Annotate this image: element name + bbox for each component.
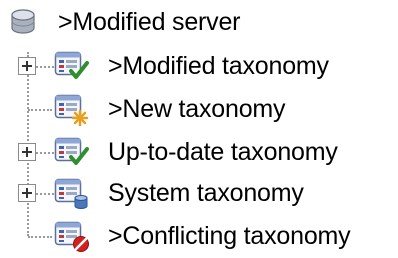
tree-item-label: System taxonomy: [108, 179, 304, 207]
tree-root-server[interactable]: >Modified server: [0, 0, 398, 44]
taxonomy-tree: >Modified server >Modified taxonomy >New…: [0, 0, 398, 257]
tree-item-conflicting-taxonomy[interactable]: >Conflicting taxonomy: [0, 214, 398, 258]
taxonomy-conflict-icon: [54, 221, 92, 253]
taxonomy-checked-icon: [54, 51, 92, 83]
server-icon: [9, 8, 37, 36]
tree-item-modified-taxonomy[interactable]: >Modified taxonomy: [0, 44, 398, 88]
tree-item-label: >Modified taxonomy: [108, 52, 329, 80]
tree-item-new-taxonomy[interactable]: >New taxonomy: [0, 87, 398, 131]
tree-item-up-to-date-taxonomy[interactable]: Up-to-date taxonomy: [0, 130, 398, 174]
expand-toggle[interactable]: [18, 143, 36, 161]
expand-toggle[interactable]: [18, 184, 36, 202]
tree-root-label: >Modified server: [58, 8, 241, 36]
taxonomy-checked-icon: [54, 137, 92, 169]
expand-toggle[interactable]: [18, 57, 36, 75]
tree-item-label: Up-to-date taxonomy: [108, 138, 338, 166]
taxonomy-new-icon: [54, 94, 92, 126]
taxonomy-system-icon: [54, 178, 92, 210]
tree-item-label: >Conflicting taxonomy: [108, 222, 351, 250]
tree-item-system-taxonomy[interactable]: System taxonomy: [0, 171, 398, 215]
tree-item-label: >New taxonomy: [108, 95, 286, 123]
